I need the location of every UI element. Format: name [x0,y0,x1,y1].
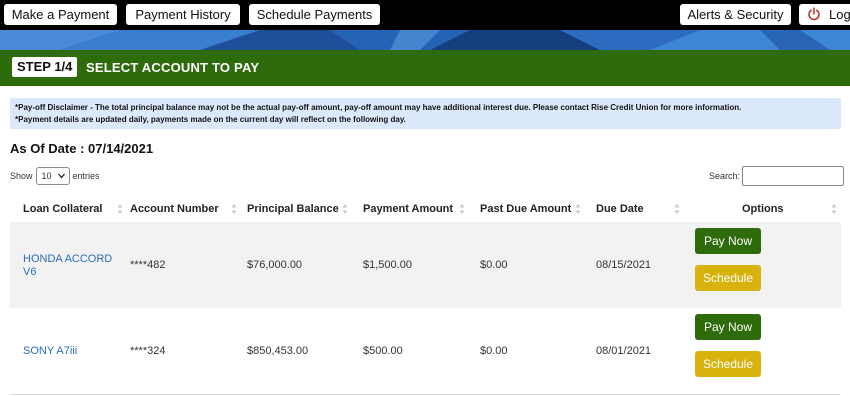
column-header[interactable]: Options [742,196,784,222]
principal-balance: $850,453.00 [247,345,309,357]
column-header[interactable]: Due Date [596,196,644,222]
top-navigation: Make a Payment Payment History Schedule … [0,0,850,30]
sort-icon[interactable] [674,203,680,215]
entries-length-control: Show 10 entries [10,167,100,185]
show-label: Show [10,171,33,181]
due-date: 08/01/2021 [596,345,652,357]
table-row: SONY A7iii ****324 $850,453.00 $500.00 $… [10,308,841,395]
table-search: Search: [709,166,845,186]
sort-icon[interactable] [831,203,837,215]
payment-amount: $1,500.00 [363,259,412,271]
entries-select[interactable]: 10 [35,167,70,186]
past-due-amount: $0.00 [480,345,508,357]
account-number: ****482 [130,259,166,271]
column-header[interactable]: Principal Balance [247,196,339,222]
search-input[interactable] [742,166,845,186]
as-of-date: As Of Date : 07/14/2021 [10,141,154,156]
sort-icon[interactable] [459,203,465,215]
logout-button[interactable]: Log [799,4,850,25]
step-header: STEP 1/4 SELECT ACCOUNT TO PAY [0,50,850,86]
sort-icon[interactable] [342,203,348,215]
past-due-amount: $0.00 [480,259,508,271]
account-number: ****324 [130,345,166,357]
due-date: 08/15/2021 [596,259,652,271]
payoff-disclaimer: *Pay-off Disclaimer - The total principa… [15,103,742,112]
disclaimer-box: *Pay-off Disclaimer - The total principa… [10,98,841,129]
banner-pattern [0,30,850,50]
table-header: Loan Collateral Account Number Principal… [10,196,841,223]
payment-history-button[interactable]: Payment History [126,4,240,25]
step-badge: STEP 1/4 [12,57,78,77]
schedule-payments-button[interactable]: Schedule Payments [249,4,380,25]
power-icon [808,7,820,21]
column-header[interactable]: Loan Collateral [23,196,102,222]
principal-balance: $76,000.00 [247,259,303,271]
column-header[interactable]: Payment Amount [363,196,453,222]
column-header[interactable]: Past Due Amount [480,196,571,222]
logout-label: Log [829,7,850,22]
payment-update-note: *Payment details are updated daily, paym… [15,115,406,124]
pay-now-button[interactable]: Pay Now [695,314,761,340]
make-payment-button[interactable]: Make a Payment [4,4,117,25]
pay-now-button[interactable]: Pay Now [695,228,761,254]
table-row: HONDA ACCORD V6 ****482 $76,000.00 $1,50… [10,222,841,309]
schedule-button[interactable]: Schedule [695,265,761,291]
chevron-down-icon [57,170,65,186]
alerts-security-button[interactable]: Alerts & Security [680,4,791,25]
payment-amount: $500.00 [363,345,403,357]
sort-icon[interactable] [231,203,237,215]
sort-icon[interactable] [117,203,123,215]
step-title: SELECT ACCOUNT TO PAY [86,60,260,75]
search-label: Search: [709,171,741,181]
loan-collateral-link[interactable]: SONY A7iii [23,345,77,358]
entries-label: entries [72,171,100,181]
column-header[interactable]: Account Number [130,196,219,222]
loan-collateral-link[interactable]: HONDA ACCORD V6 [23,253,119,279]
entries-value: 10 [41,171,52,181]
schedule-button[interactable]: Schedule [695,351,761,377]
sort-icon[interactable] [575,203,581,215]
decorative-banner [0,30,850,50]
